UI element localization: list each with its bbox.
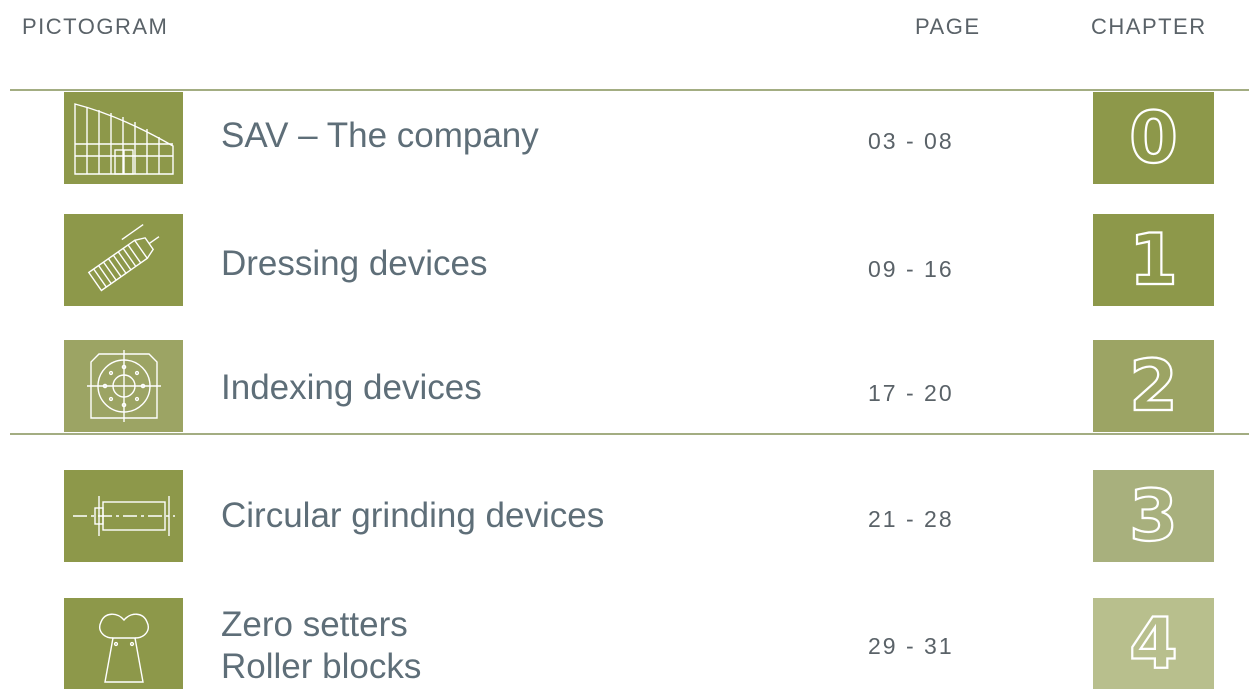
chapter-badge: 4 bbox=[1093, 598, 1214, 689]
row-title: Circular grinding devices bbox=[221, 496, 605, 535]
divider-middle bbox=[10, 433, 1249, 435]
column-header-pictogram: PICTOGRAM bbox=[22, 14, 169, 39]
pictogram-circular-grinding bbox=[64, 470, 183, 562]
page-range: 03 - 08 bbox=[868, 128, 954, 154]
column-header-chapter: CHAPTER bbox=[1091, 14, 1207, 39]
zero-setter-icon bbox=[98, 613, 149, 683]
pictogram-dressing bbox=[64, 214, 183, 306]
divider-top bbox=[10, 89, 1249, 91]
chapter-badge: 3 bbox=[1093, 470, 1214, 562]
row-title: Indexing devices bbox=[221, 368, 482, 407]
building-icon bbox=[73, 103, 174, 175]
column-header-page: PAGE bbox=[915, 14, 981, 39]
chapter-number: 4 bbox=[1128, 602, 1179, 685]
chapter-number: 1 bbox=[1128, 219, 1179, 301]
row-title: Zero setters bbox=[221, 605, 408, 644]
chapter-badge: 0 bbox=[1093, 92, 1214, 184]
row-title: Dressing devices bbox=[221, 244, 488, 283]
indexing-table-icon bbox=[86, 350, 161, 422]
page-range: 21 - 28 bbox=[868, 506, 954, 532]
dressing-tool-icon bbox=[87, 224, 159, 292]
cylinder-icon bbox=[72, 496, 175, 536]
page-range: 09 - 16 bbox=[868, 256, 954, 282]
chapter-number: 2 bbox=[1128, 345, 1179, 427]
row-title: SAV – The company bbox=[221, 116, 539, 155]
row-title-line2: Roller blocks bbox=[221, 647, 422, 686]
pictogram-zero-setter bbox=[64, 598, 183, 689]
chapter-badge: 2 bbox=[1093, 340, 1214, 432]
chapter-number: 0 bbox=[1128, 97, 1179, 179]
page-range: 29 - 31 bbox=[868, 633, 954, 659]
chapter-number: 3 bbox=[1128, 475, 1179, 557]
pictogram-indexing bbox=[64, 340, 183, 432]
page-range: 17 - 20 bbox=[868, 380, 954, 406]
pictogram-company bbox=[64, 92, 183, 184]
chapter-badge: 1 bbox=[1093, 214, 1214, 306]
